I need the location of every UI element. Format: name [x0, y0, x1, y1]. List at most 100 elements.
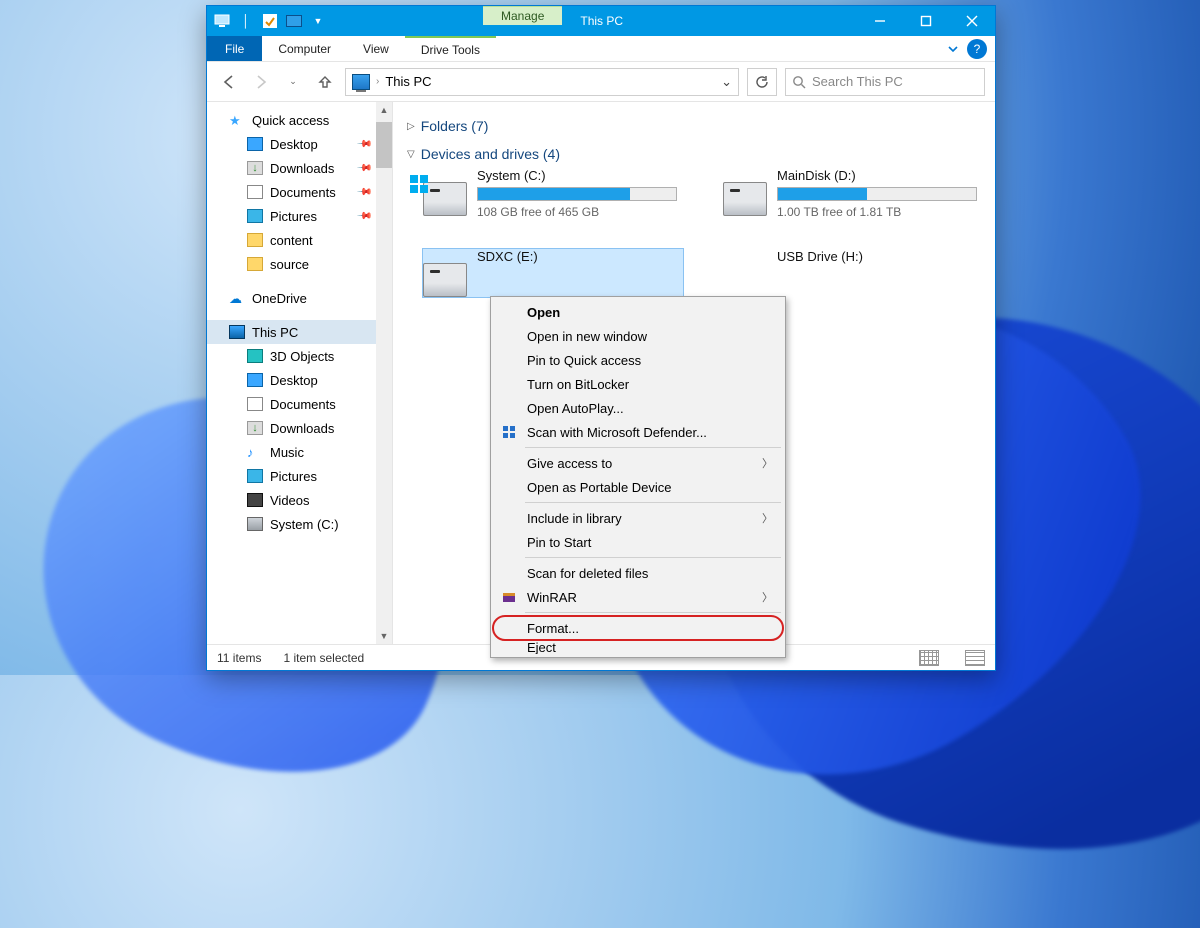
ctx-autoplay[interactable]: Open AutoPlay...	[493, 396, 783, 420]
address-box[interactable]: › This PC ⌄	[345, 68, 739, 96]
drive-tools-tab[interactable]: Drive Tools	[405, 36, 496, 61]
status-item-count: 11 items	[217, 651, 261, 665]
navigation-pane: ★Quick access Desktop📌 Downloads📌 Docume…	[207, 102, 393, 644]
view-tab[interactable]: View	[347, 36, 405, 61]
downloads-icon	[247, 161, 263, 175]
ctx-defender[interactable]: Scan with Microsoft Defender...	[493, 420, 783, 444]
ctx-open-new-window[interactable]: Open in new window	[493, 324, 783, 348]
pin-icon: 📌	[355, 184, 372, 201]
chevron-right-icon: 〉	[762, 589, 773, 605]
help-button[interactable]: ?	[967, 39, 987, 59]
ctx-give-access[interactable]: Give access to〉	[493, 451, 783, 475]
this-pc-icon	[352, 74, 370, 90]
chevron-right-icon: 〉	[762, 455, 773, 471]
search-placeholder: Search This PC	[812, 74, 903, 89]
sidebar-content[interactable]: content	[207, 228, 392, 252]
chevron-right-icon: 〉	[762, 510, 773, 526]
ctx-winrar[interactable]: WinRAR〉	[493, 585, 783, 609]
drive-maindisk-d[interactable]: MainDisk (D:) 1.00 TB free of 1.81 TB	[723, 168, 983, 219]
drive-free-text: 108 GB free of 465 GB	[477, 205, 677, 219]
ctx-separator	[525, 612, 781, 613]
view-large-icons-button[interactable]	[919, 650, 939, 666]
back-button[interactable]	[217, 70, 241, 94]
sidebar-desktop-2[interactable]: Desktop	[207, 368, 392, 392]
search-box[interactable]: Search This PC	[785, 68, 985, 96]
sidebar-this-pc[interactable]: This PC	[207, 320, 392, 344]
forward-button[interactable]	[249, 70, 273, 94]
qat-dropdown-icon[interactable]: ▼	[309, 12, 327, 30]
ctx-include-library[interactable]: Include in library〉	[493, 506, 783, 530]
sidebar-downloads-2[interactable]: Downloads	[207, 416, 392, 440]
sidebar-documents-2[interactable]: Documents	[207, 392, 392, 416]
manage-contextual-tab[interactable]: Manage	[483, 6, 562, 25]
cube-icon	[247, 349, 263, 363]
sidebar-desktop[interactable]: Desktop📌	[207, 132, 392, 156]
devices-group-header[interactable]: ▽Devices and drives (4)	[403, 140, 985, 168]
sidebar-scroll-thumb[interactable]	[376, 122, 392, 168]
drive-system-c[interactable]: System (C:) 108 GB free of 465 GB	[423, 168, 683, 219]
scroll-up-icon[interactable]: ▲	[376, 102, 392, 118]
computer-tab[interactable]: Computer	[262, 36, 347, 61]
sidebar-pictures[interactable]: Pictures📌	[207, 204, 392, 228]
music-icon: ♪	[247, 445, 263, 459]
expand-ribbon-button[interactable]	[939, 36, 967, 61]
ctx-pin-start[interactable]: Pin to Start	[493, 530, 783, 554]
pictures-icon	[247, 209, 263, 223]
up-button[interactable]	[313, 70, 337, 94]
view-details-button[interactable]	[965, 650, 985, 666]
drive-usb-h[interactable]: USB Drive (H:)	[723, 249, 983, 297]
folder-icon	[247, 233, 263, 247]
ctx-separator	[525, 557, 781, 558]
maximize-button[interactable]	[903, 6, 949, 36]
context-menu: Open Open in new window Pin to Quick acc…	[490, 296, 786, 658]
ctx-portable-device[interactable]: Open as Portable Device	[493, 475, 783, 499]
ctx-format[interactable]: Format...	[493, 616, 783, 640]
ctx-separator	[525, 447, 781, 448]
search-icon	[792, 75, 806, 89]
scroll-down-icon[interactable]: ▼	[376, 628, 392, 644]
sidebar-pictures-2[interactable]: Pictures	[207, 464, 392, 488]
drive-free-text: 1.00 TB free of 1.81 TB	[777, 205, 977, 219]
sidebar-scrollbar[interactable]	[376, 102, 392, 644]
ctx-eject[interactable]: Eject	[493, 640, 783, 654]
drive-name: System (C:)	[477, 168, 677, 183]
ctx-scan-deleted[interactable]: Scan for deleted files	[493, 561, 783, 585]
drive-icon	[247, 517, 263, 531]
refresh-button[interactable]	[747, 68, 777, 96]
pin-icon: 📌	[355, 160, 372, 177]
minimize-button[interactable]	[857, 6, 903, 36]
ctx-bitlocker[interactable]: Turn on BitLocker	[493, 372, 783, 396]
sidebar-source[interactable]: source	[207, 252, 392, 276]
file-tab[interactable]: File	[207, 36, 262, 61]
recent-dropdown-icon[interactable]: ⌄	[281, 70, 305, 94]
pin-icon: 📌	[355, 208, 372, 225]
chevron-down-icon: ▽	[407, 149, 415, 160]
pc-qat-icon[interactable]	[213, 12, 231, 30]
drive-sdxc-e[interactable]: SDXC (E:)	[423, 249, 683, 297]
sidebar-music[interactable]: ♪Music	[207, 440, 392, 464]
breadcrumb-chevron-icon: ›	[376, 76, 379, 87]
sidebar-3d-objects[interactable]: 3D Objects	[207, 344, 392, 368]
status-selected-count: 1 item selected	[283, 651, 364, 665]
sidebar-quick-access[interactable]: ★Quick access	[207, 108, 392, 132]
ctx-open[interactable]: Open	[493, 300, 783, 324]
drive-usage-bar	[777, 187, 977, 201]
sidebar-downloads[interactable]: Downloads📌	[207, 156, 392, 180]
qat-properties-icon[interactable]	[261, 12, 279, 30]
sidebar-onedrive[interactable]: ☁OneDrive	[207, 286, 392, 310]
sidebar-videos[interactable]: Videos	[207, 488, 392, 512]
desktop-icon	[247, 373, 263, 387]
star-icon: ★	[229, 113, 245, 127]
titlebar[interactable]: │ ▼ Manage This PC	[207, 6, 995, 36]
close-button[interactable]	[949, 6, 995, 36]
qat-newfolder-icon[interactable]	[285, 12, 303, 30]
cloud-icon: ☁	[229, 291, 245, 305]
drive-icon	[423, 263, 467, 297]
ctx-pin-quick-access[interactable]: Pin to Quick access	[493, 348, 783, 372]
sidebar-documents[interactable]: Documents📌	[207, 180, 392, 204]
sidebar-system-c[interactable]: System (C:)	[207, 512, 392, 536]
desktop-icon	[247, 137, 263, 151]
folders-group-header[interactable]: ▷Folders (7)	[403, 112, 985, 140]
drive-icon	[723, 182, 767, 216]
address-dropdown-icon[interactable]: ⌄	[721, 74, 732, 90]
